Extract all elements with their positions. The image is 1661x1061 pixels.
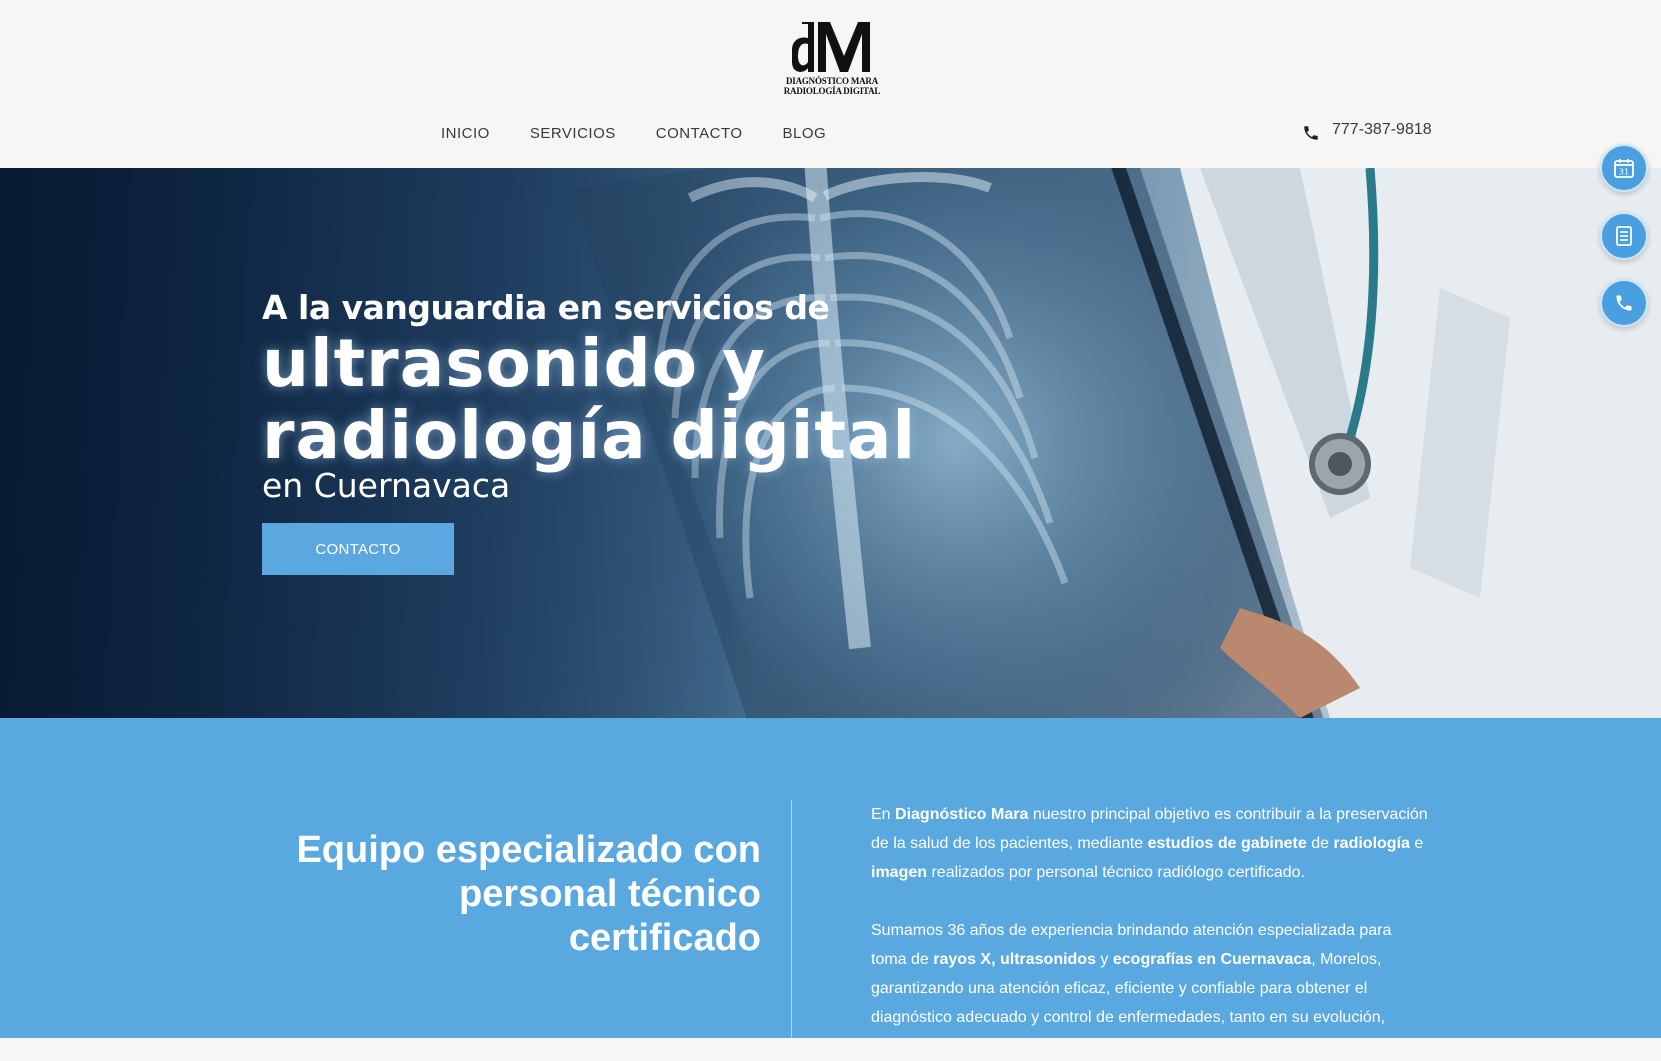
doctor-coat-image — [1180, 168, 1661, 718]
logo-mark — [792, 22, 870, 72]
call-button[interactable] — [1600, 279, 1648, 327]
appointment-button[interactable]: 31 — [1600, 144, 1648, 192]
brand-logo[interactable]: DIAGNÓSTICO MARA RADIOLOGÍA DIGITAL — [780, 16, 884, 100]
hero-line-1: A la vanguardia en servicios de — [262, 288, 830, 327]
calendar-icon: 31 — [1614, 159, 1634, 178]
document-button[interactable] — [1600, 212, 1648, 260]
phone-icon — [1304, 126, 1318, 140]
nav-inicio[interactable]: INICIO — [441, 125, 490, 142]
hero-contact-button[interactable]: CONTACTO — [262, 523, 454, 575]
hero-headline: A la vanguardia en servicios de ultrason… — [262, 288, 916, 504]
logo-line-2: RADIOLOGÍA DIGITAL — [783, 86, 881, 96]
hero-line-2: ultrasonido y — [262, 325, 767, 402]
header-phone[interactable]: 777-387-9818 — [1302, 118, 1432, 142]
phone-number: 777-387-9818 — [1332, 121, 1432, 138]
document-icon — [1616, 226, 1632, 246]
hero-banner: A la vanguardia en servicios de ultrason… — [0, 168, 1661, 718]
nav-blog[interactable]: BLOG — [783, 125, 827, 142]
about-copy: En Diagnóstico Mara nuestro principal ob… — [871, 800, 1431, 1061]
about-heading: Equipo especializado con personal técnic… — [296, 829, 761, 959]
svg-text:31: 31 — [1619, 168, 1629, 177]
about-paragraph-2: Sumamos 36 años de experiencia brindando… — [871, 922, 1392, 1026]
nav-contacto[interactable]: CONTACTO — [656, 125, 743, 142]
about-paragraph-1: En Diagnóstico Mara nuestro principal ob… — [871, 806, 1428, 881]
nav-servicios[interactable]: SERVICIOS — [530, 125, 616, 142]
site-header: DIAGNÓSTICO MARA RADIOLOGÍA DIGITAL INIC… — [0, 0, 1661, 168]
main-nav: INICIO SERVICIOS CONTACTO BLOG — [441, 125, 866, 142]
hero-line-3: radiología digital — [262, 397, 917, 474]
phone-icon — [1616, 295, 1632, 311]
logo-line-1: DIAGNÓSTICO MARA — [785, 76, 879, 86]
section-divider — [791, 800, 792, 1038]
about-section: Equipo especializado con personal técnic… — [0, 718, 1661, 1038]
